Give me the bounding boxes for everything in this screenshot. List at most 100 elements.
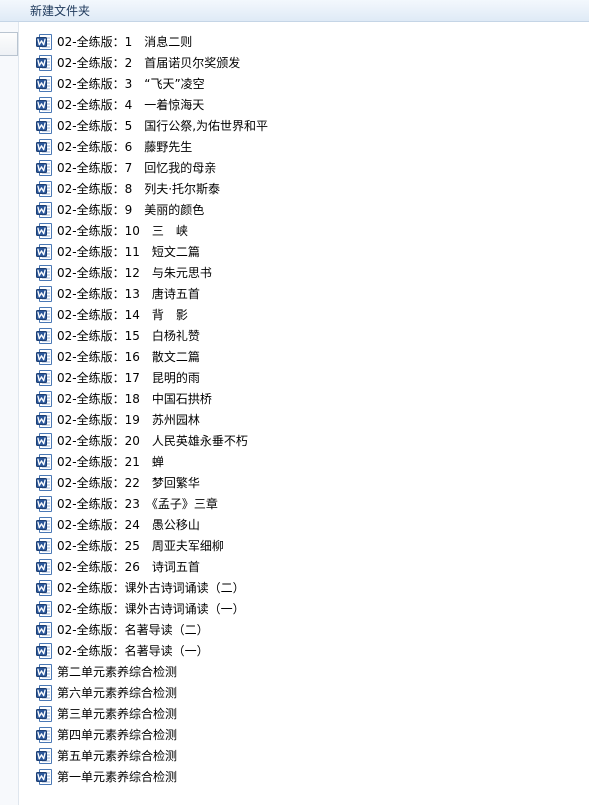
file-name: 第三单元素养综合检测 xyxy=(57,706,178,721)
file-item[interactable]: 02-全练版：18 中国石拱桥 xyxy=(36,388,576,409)
file-item[interactable]: 02-全练版：15 白杨礼赞 xyxy=(36,325,576,346)
file-item[interactable]: 第四单元素养综合检测 xyxy=(36,724,576,745)
file-name: 02-全练版：4 一着惊海天 xyxy=(57,97,205,112)
file-item[interactable]: 02-全练版：12 与朱元思书 xyxy=(36,262,576,283)
file-name: 02-全练版：20 人民英雄永垂不朽 xyxy=(57,433,248,448)
word-document-icon xyxy=(36,453,52,470)
file-name: 02-全练版：22 梦回繁华 xyxy=(57,475,200,490)
file-name: 02-全练版：7 回忆我的母亲 xyxy=(57,160,217,175)
file-item[interactable]: 第三单元素养综合检测 xyxy=(36,703,576,724)
word-document-icon xyxy=(36,768,52,785)
navigation-pane-item[interactable] xyxy=(0,32,18,56)
file-item[interactable]: 02-全练版：2 首届诺贝尔奖颁发 xyxy=(36,52,576,73)
file-item[interactable]: 02-全练版：10 三 峡 xyxy=(36,220,576,241)
file-item[interactable]: 第六单元素养综合检测 xyxy=(36,682,576,703)
file-item[interactable]: 第五单元素养综合检测 xyxy=(36,745,576,766)
file-item[interactable]: 02-全练版：23 《孟子》三章 xyxy=(36,493,576,514)
file-name: 02-全练版：14 背 影 xyxy=(57,307,188,322)
word-document-icon xyxy=(36,243,52,260)
file-item[interactable]: 02-全练版：6 藤野先生 xyxy=(36,136,576,157)
file-list: 02-全练版：1 消息二则 02-全练版：2 首届诺贝尔奖颁发 02-全练版：3… xyxy=(36,31,576,787)
file-item[interactable]: 02-全练版：20 人民英雄永垂不朽 xyxy=(36,430,576,451)
word-document-icon xyxy=(36,96,52,113)
word-document-icon xyxy=(36,642,52,659)
word-document-icon xyxy=(36,474,52,491)
file-item[interactable]: 第一单元素养综合检测 xyxy=(36,766,576,787)
file-name: 02-全练版：25 周亚夫军细柳 xyxy=(57,538,224,553)
word-document-icon xyxy=(36,75,52,92)
word-document-icon xyxy=(36,369,52,386)
word-document-icon xyxy=(36,285,52,302)
file-name: 02-全练版：26 诗词五首 xyxy=(57,559,200,574)
word-document-icon xyxy=(36,201,52,218)
file-name: 02-全练版：课外古诗词诵读（一） xyxy=(57,601,245,616)
word-document-icon xyxy=(36,684,52,701)
word-document-icon xyxy=(36,54,52,71)
word-document-icon xyxy=(36,558,52,575)
file-name: 第一单元素养综合检测 xyxy=(57,769,178,784)
file-name: 第六单元素养综合检测 xyxy=(57,685,178,700)
word-document-icon xyxy=(36,432,52,449)
file-item[interactable]: 02-全练版：26 诗词五首 xyxy=(36,556,576,577)
file-name: 02-全练版：5 国行公祭,为佑世界和平 xyxy=(57,118,269,133)
file-item[interactable]: 02-全练版：11 短文二篇 xyxy=(36,241,576,262)
word-document-icon xyxy=(36,306,52,323)
word-document-icon xyxy=(36,411,52,428)
word-document-icon xyxy=(36,495,52,512)
file-name: 02-全练版：16 散文二篇 xyxy=(57,349,200,364)
file-item[interactable]: 02-全练版：16 散文二篇 xyxy=(36,346,576,367)
file-item[interactable]: 02-全练版：7 回忆我的母亲 xyxy=(36,157,576,178)
file-name: 02-全练版：2 首届诺贝尔奖颁发 xyxy=(57,55,241,70)
file-item[interactable]: 02-全练版：课外古诗词诵读（二） xyxy=(36,577,576,598)
file-item[interactable]: 第二单元素养综合检测 xyxy=(36,661,576,682)
word-document-icon xyxy=(36,516,52,533)
file-item[interactable]: 02-全练版：22 梦回繁华 xyxy=(36,472,576,493)
file-name: 02-全练版：19 苏州园林 xyxy=(57,412,200,427)
file-name: 02-全练版：10 三 峡 xyxy=(57,223,188,238)
file-item[interactable]: 02-全练版：25 周亚夫军细柳 xyxy=(36,535,576,556)
file-item[interactable]: 02-全练版：3 “飞天”凌空 xyxy=(36,73,576,94)
word-document-icon xyxy=(36,390,52,407)
file-name: 02-全练版：18 中国石拱桥 xyxy=(57,391,212,406)
file-item[interactable]: 02-全练版：名著导读（二） xyxy=(36,619,576,640)
file-item[interactable]: 02-全练版：9 美丽的颜色 xyxy=(36,199,576,220)
file-name: 02-全练版：课外古诗词诵读（二） xyxy=(57,580,245,595)
file-item[interactable]: 02-全练版：14 背 影 xyxy=(36,304,576,325)
word-document-icon xyxy=(36,180,52,197)
file-item[interactable]: 02-全练版：17 昆明的雨 xyxy=(36,367,576,388)
file-name: 02-全练版：3 “飞天”凌空 xyxy=(57,76,205,91)
word-document-icon xyxy=(36,138,52,155)
file-name: 02-全练版：12 与朱元思书 xyxy=(57,265,212,280)
file-item[interactable]: 02-全练版：21 蝉 xyxy=(36,451,576,472)
file-item[interactable]: 02-全练版：8 列夫·托尔斯泰 xyxy=(36,178,576,199)
file-item[interactable]: 02-全练版：课外古诗词诵读（一） xyxy=(36,598,576,619)
file-item[interactable]: 02-全练版：4 一着惊海天 xyxy=(36,94,576,115)
file-name: 02-全练版：17 昆明的雨 xyxy=(57,370,200,385)
file-item[interactable]: 02-全练版：13 唐诗五首 xyxy=(36,283,576,304)
word-document-icon xyxy=(36,705,52,722)
file-name: 02-全练版：8 列夫·托尔斯泰 xyxy=(57,181,221,196)
file-name: 02-全练版：13 唐诗五首 xyxy=(57,286,200,301)
file-name: 02-全练版：6 藤野先生 xyxy=(57,139,193,154)
word-document-icon xyxy=(36,264,52,281)
navigation-pane xyxy=(0,22,19,805)
file-name: 02-全练版：名著导读（一） xyxy=(57,643,209,658)
file-item[interactable]: 02-全练版：24 愚公移山 xyxy=(36,514,576,535)
file-name: 02-全练版：24 愚公移山 xyxy=(57,517,200,532)
file-item[interactable]: 02-全练版：1 消息二则 xyxy=(36,31,576,52)
word-document-icon xyxy=(36,222,52,239)
file-name: 第五单元素养综合检测 xyxy=(57,748,178,763)
file-item[interactable]: 02-全练版：5 国行公祭,为佑世界和平 xyxy=(36,115,576,136)
word-document-icon xyxy=(36,348,52,365)
file-item[interactable]: 02-全练版：名著导读（一） xyxy=(36,640,576,661)
word-document-icon xyxy=(36,663,52,680)
window-title: 新建文件夹 xyxy=(30,4,91,18)
window-titlebar: 新建文件夹 xyxy=(0,0,589,22)
word-document-icon xyxy=(36,579,52,596)
file-name: 02-全练版：23 《孟子》三章 xyxy=(57,496,218,511)
file-name: 02-全练版：名著导读（二） xyxy=(57,622,209,637)
word-document-icon xyxy=(36,600,52,617)
word-document-icon xyxy=(36,726,52,743)
file-item[interactable]: 02-全练版：19 苏州园林 xyxy=(36,409,576,430)
word-document-icon xyxy=(36,33,52,50)
